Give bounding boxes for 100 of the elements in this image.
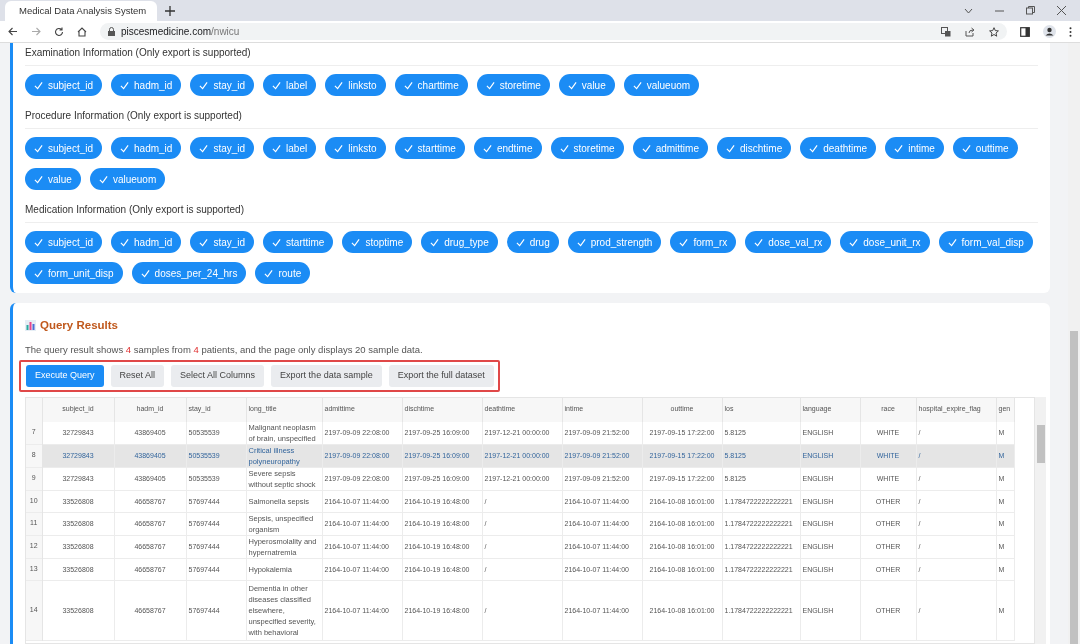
action-button[interactable]: Select All Columns [171,364,265,387]
column-chip[interactable]: linksto [325,74,386,96]
column-chip[interactable]: stay_id [190,231,255,253]
check-icon [559,143,569,153]
column-chip[interactable]: intime [885,137,944,159]
column-chip[interactable]: stay_id [190,137,255,159]
column-chip[interactable]: starttime [263,231,334,253]
bar-chart-icon [25,320,36,332]
translate-icon[interactable] [941,26,951,37]
column-chip[interactable]: outtime [952,137,1018,159]
column-chip[interactable]: admittime [632,137,708,159]
check-icon [726,143,735,153]
check-icon [199,80,209,90]
column-chip[interactable]: endtime [473,137,542,159]
action-button[interactable]: Reset All [110,364,165,387]
check-icon [567,80,577,90]
share-icon[interactable] [965,26,975,37]
section-heading: Examination Information (Only export is supported) [25,45,1038,66]
check-icon [849,237,859,247]
column-chip[interactable]: valueuom [623,74,700,96]
check-icon [98,174,108,184]
check-icon [679,237,689,247]
column-chip[interactable]: hadm_id [111,231,182,253]
column-chip[interactable]: dose_unit_rx [840,231,930,253]
column-chip[interactable]: subject_id [25,231,103,253]
lock-icon [108,27,115,36]
check-icon [485,80,495,90]
check-icon [482,143,492,153]
column-chip[interactable]: storetime [550,137,624,159]
check-icon [403,143,413,153]
section-heading: Procedure Information (Only export is supported) [25,108,1038,129]
check-icon [961,143,971,153]
chevron-down-icon[interactable] [964,7,973,14]
check-icon [754,237,764,247]
check-icon [515,237,525,247]
column-chip[interactable]: drug [506,231,559,253]
check-icon [34,80,43,90]
check-icon [334,80,344,90]
column-chip[interactable]: label [263,137,317,159]
check-icon [34,143,43,153]
column-chip[interactable]: form_unit_disp [25,262,123,284]
column-chip[interactable]: dischtime [717,137,792,159]
column-chip[interactable]: dose_val_rx [745,231,832,253]
check-icon [120,237,130,247]
close-icon[interactable] [1057,6,1066,15]
column-chip[interactable]: label [263,74,317,96]
reload-icon[interactable] [54,26,64,37]
restore-icon[interactable] [1026,6,1035,15]
column-chip[interactable]: hadm_id [111,74,182,96]
check-icon [272,143,282,153]
column-chip[interactable]: stay_id [190,74,255,96]
check-icon [34,237,43,247]
check-icon [641,143,651,153]
back-icon[interactable] [8,27,18,36]
browser-tab[interactable]: Medical Data Analysis System [5,1,157,21]
new-tab-icon[interactable] [165,6,175,16]
column-chip[interactable]: linksto [325,137,386,159]
column-chip[interactable]: route [255,262,311,284]
column-chip[interactable]: form_rx [670,231,737,253]
home-icon[interactable] [77,26,87,37]
check-icon [430,237,440,247]
check-icon [947,237,957,247]
check-icon [34,268,43,278]
column-chip[interactable]: charttime [394,74,468,96]
results-title: Query Results [40,318,118,333]
column-chip[interactable]: subject_id [25,74,103,96]
address-bar[interactable]: piscesmedicine.com/nwicu [100,23,1007,40]
column-chip[interactable]: valueuom [89,168,166,190]
column-chip[interactable]: doses_per_24_hrs [131,262,247,284]
check-icon [809,143,819,153]
action-button[interactable]: Export the full dataset [388,364,494,387]
column-chip[interactable]: starttime [394,137,465,159]
check-icon [272,237,282,247]
check-icon [199,237,209,247]
section-heading: Medication Information (Only export is supported) [25,202,1038,223]
menu-icon[interactable] [1069,26,1072,37]
check-icon [351,237,361,247]
side-panel-icon[interactable] [1020,26,1030,37]
check-icon [140,268,150,278]
column-chip[interactable]: form_val_disp [938,231,1033,253]
check-icon [120,143,130,153]
column-chip[interactable]: stoptime [342,231,413,253]
column-chip[interactable]: hadm_id [111,137,182,159]
column-chip[interactable]: value [25,168,81,190]
profile-icon[interactable] [1043,25,1056,38]
star-icon[interactable] [989,26,999,37]
check-icon [120,80,130,90]
column-chip[interactable]: subject_id [25,137,103,159]
check-icon [576,237,586,247]
column-chip[interactable]: deathtime [800,137,877,159]
check-icon [272,80,282,90]
check-icon [403,80,413,90]
action-button[interactable]: Execute Query [26,364,104,387]
column-chip[interactable]: prod_strength [567,231,662,253]
action-button[interactable]: Export the data sample [271,364,382,387]
column-chip[interactable]: storetime [476,74,550,96]
check-icon [199,143,209,153]
column-chip[interactable]: drug_type [421,231,498,253]
check-icon [264,268,274,278]
column-chip[interactable]: value [558,74,615,96]
